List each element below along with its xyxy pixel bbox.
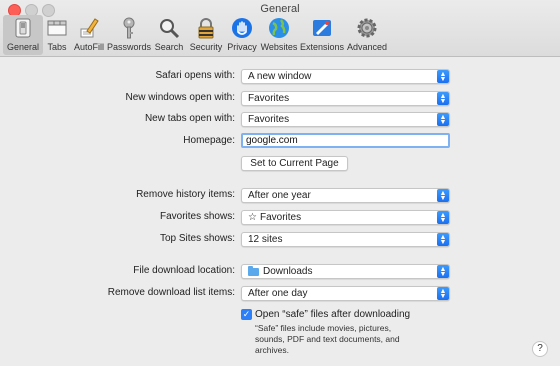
remove-download-list-items-popup[interactable]: After one day ▲ ▼ [241,286,450,301]
chevron-updown-icon: ▲ ▼ [437,287,449,300]
new-tabs-open-with-popup[interactable]: Favorites ▲ ▼ [241,112,450,127]
open-safe-files-checkbox[interactable]: ✓ [241,309,252,320]
gear-icon [355,16,379,40]
remove-download-list-items-label: Remove download list items: [107,287,235,298]
tab-search[interactable]: Search [151,15,187,55]
general-switch-icon [11,16,35,40]
new-tabs-open-with-label: New tabs open with: [144,113,235,124]
safari-opens-with-popup[interactable]: A new window ▲ ▼ [241,69,450,84]
tab-extensions[interactable]: Extensions [299,15,345,55]
tab-passwords[interactable]: Passwords [107,15,151,55]
chevron-updown-icon: ▲ ▼ [437,70,449,83]
tab-tabs[interactable]: Tabs [43,15,71,55]
extensions-icon [310,16,334,40]
homepage-input[interactable]: google.com [241,133,450,148]
key-icon [117,16,141,40]
file-download-location-label: File download location: [133,265,235,276]
preferences-toolbar: General Tabs AutoFill Passwords Search S… [3,15,389,55]
safari-opens-with-label: Safari opens with: [155,70,236,81]
top-sites-shows-popup[interactable]: 12 sites ▲ ▼ [241,232,450,247]
chevron-updown-icon: ▲ ▼ [437,233,449,246]
autofill-pencil-icon [77,16,101,40]
tab-autofill[interactable]: AutoFill [71,15,107,55]
favorites-shows-popup[interactable]: ☆ Favorites ▲ ▼ [241,210,450,225]
new-windows-open-with-label: New windows open with: [125,92,236,103]
title-bar: General General Tabs AutoFill Passwords [0,0,560,57]
hand-icon [230,16,254,40]
checkmark-icon: ✓ [242,309,251,319]
window-title: General [260,3,300,15]
help-button[interactable]: ? [532,341,548,357]
set-to-current-page-button[interactable]: Set to Current Page [241,156,348,171]
tab-general[interactable]: General [3,15,43,55]
chevron-updown-icon: ▲ ▼ [437,211,449,224]
new-windows-open-with-popup[interactable]: Favorites ▲ ▼ [241,91,450,106]
remove-history-items-label: Remove history items: [136,189,235,200]
chevron-updown-icon: ▲ ▼ [437,113,449,126]
folder-icon [248,265,259,276]
chevron-updown-icon: ▲ ▼ [437,189,449,202]
chevron-updown-icon: ▲ ▼ [437,92,449,105]
tab-privacy[interactable]: Privacy [225,15,259,55]
tabs-icon [45,16,69,40]
star-icon: ☆ [248,212,257,223]
tab-websites[interactable]: Websites [259,15,299,55]
remove-history-items-popup[interactable]: After one year ▲ ▼ [241,188,450,203]
chevron-updown-icon: ▲ ▼ [437,265,449,278]
file-download-location-popup[interactable]: Downloads ▲ ▼ [241,264,450,279]
globe-icon [267,16,291,40]
safe-files-note: “Safe” files include movies, pictures, s… [255,323,400,355]
tab-security[interactable]: Security [187,15,225,55]
top-sites-shows-label: Top Sites shows: [159,233,235,244]
open-safe-files-label[interactable]: Open “safe” files after downloading [255,309,410,320]
magnifier-icon [157,16,181,40]
lock-icon [194,16,218,40]
favorites-shows-label: Favorites shows: [159,211,235,222]
homepage-label: Homepage: [183,135,235,146]
tab-advanced[interactable]: Advanced [345,15,389,55]
